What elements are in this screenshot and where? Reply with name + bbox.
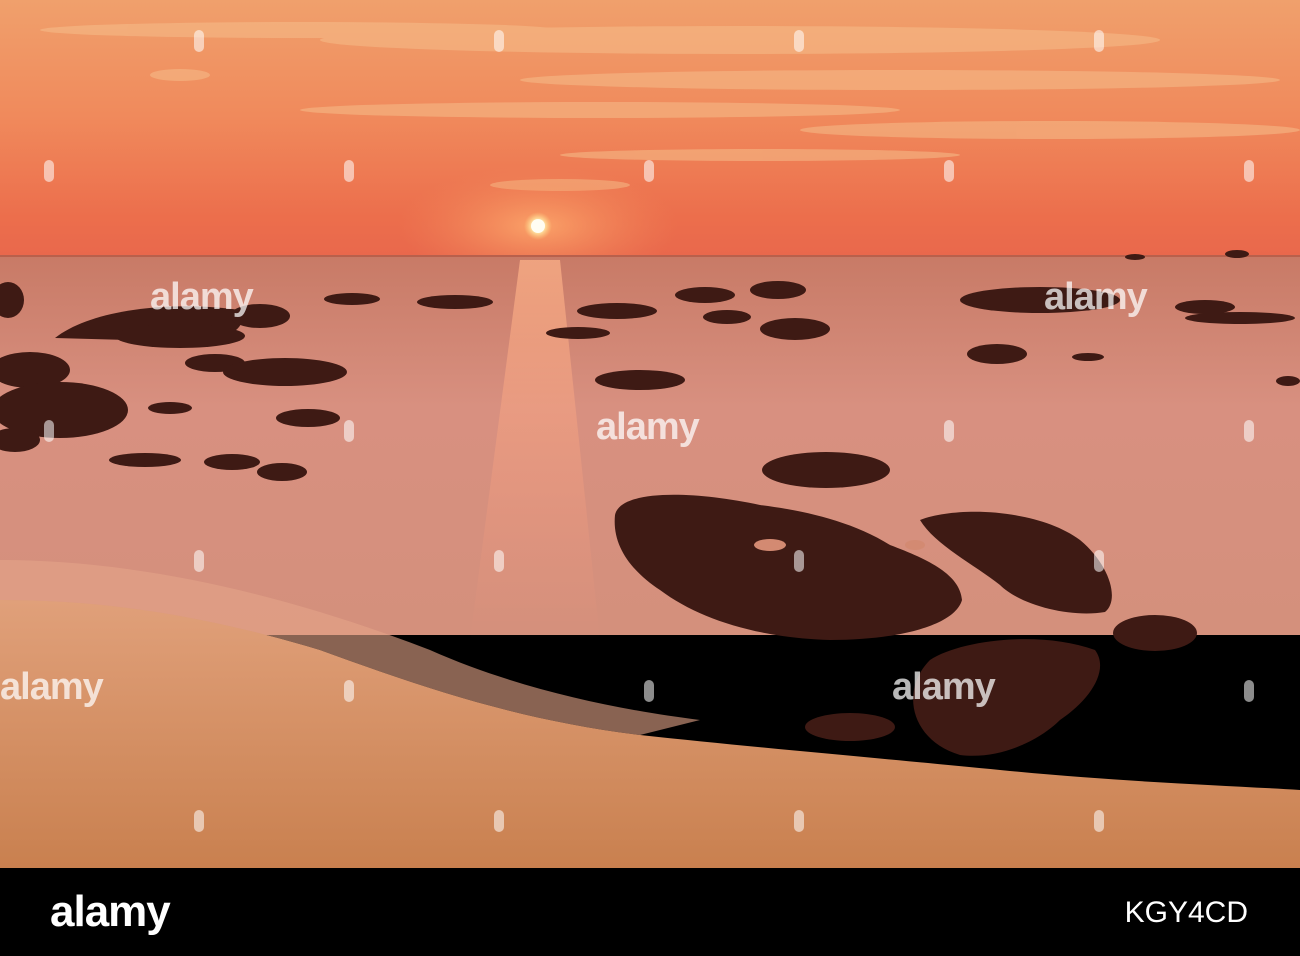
alamy-logo: alamy [50, 887, 171, 936]
image-id: KGY4CD [1124, 896, 1248, 929]
sand-beach [0, 600, 1300, 868]
sunset-beach-scene [0, 0, 1300, 868]
stock-photo-page: alamy alamy alamy alamy alamy alamy KGY4… [0, 0, 1300, 956]
footer-bar: alamy KGY4CD [0, 868, 1300, 956]
sunset-beach-photo [0, 0, 1300, 868]
